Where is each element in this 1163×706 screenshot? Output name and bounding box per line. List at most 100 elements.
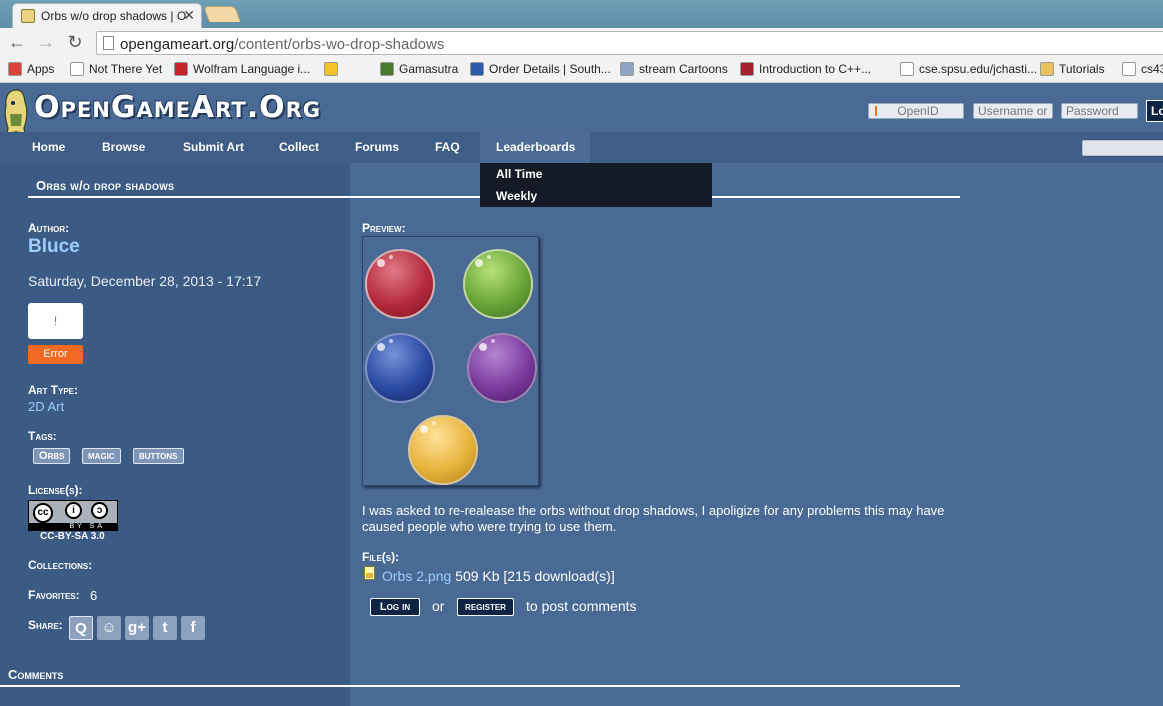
post-date: Saturday, December 28, 2013 - 17:17: [28, 273, 262, 289]
nav-forums[interactable]: Forums: [355, 140, 399, 154]
password-field[interactable]: Password: [1061, 103, 1138, 119]
tag-orbs[interactable]: Orbs: [33, 448, 71, 464]
bookmark-label: Apps: [27, 62, 55, 76]
bookmark-item[interactable]: Introduction to C++...: [740, 62, 871, 76]
bookmark-label: Wolfram Language i...: [193, 62, 311, 76]
address-bar[interactable]: opengameart.org/content/orbs-wo-drop-sha…: [96, 31, 1163, 55]
tag-buttons[interactable]: buttons: [133, 448, 184, 464]
search-input[interactable]: [1082, 140, 1163, 156]
nav-browse[interactable]: Browse: [102, 140, 145, 154]
bookmark-label: Not There Yet: [89, 62, 163, 76]
bookmark-icon: [70, 62, 84, 76]
file-info: 509 Kb [215 download(s)]: [455, 568, 615, 584]
error-button[interactable]: Error: [28, 345, 83, 364]
facebook-icon[interactable]: f: [181, 616, 205, 640]
bookmark-label: Tutorials: [1059, 62, 1105, 76]
license-badge-text: BY SA: [29, 523, 117, 531]
art-type-link[interactable]: 2D Art: [28, 399, 64, 414]
image-file-icon: [364, 566, 375, 580]
author-label: Author:: [28, 221, 70, 235]
bookmark-item[interactable]: Tutorials: [1040, 62, 1105, 76]
file-entry: Orbs 2.png 509 Kb [215 download(s)]: [382, 568, 615, 584]
dropdown-all-time[interactable]: All Time: [496, 167, 542, 181]
art-type-label: Art Type:: [28, 383, 78, 397]
page-icon: [103, 36, 114, 50]
browser-toolbar: ← → ↻ opengameart.org/content/orbs-wo-dr…: [0, 28, 1163, 58]
tag-magic[interactable]: magic: [82, 448, 121, 464]
tab-title: Orbs w/o drop shadows | O: [41, 9, 186, 23]
bookmark-icon: [8, 62, 22, 76]
bookmark-item[interactable]: Wolfram Language i...: [174, 62, 310, 76]
bookmark-icon: [740, 62, 754, 76]
login-button[interactable]: Lo: [1146, 100, 1163, 122]
bookmark-item[interactable]: Not There Yet: [70, 62, 162, 76]
reddit-icon[interactable]: ☺: [97, 616, 121, 640]
bookmark-label: Introduction to C++...: [759, 62, 872, 76]
license-name[interactable]: CC-BY-SA 3.0: [40, 531, 105, 542]
collections-label: Collections:: [28, 558, 93, 572]
back-arrow-icon[interactable]: ←: [6, 32, 28, 53]
browser-tab-active[interactable]: Orbs w/o drop shadows | O ✕: [12, 3, 202, 28]
nav-collect[interactable]: Collect: [279, 140, 319, 154]
browser-tab-bar: Orbs w/o drop shadows | O ✕: [0, 0, 1163, 28]
nav-leaderboards[interactable]: Leaderboards: [496, 140, 575, 154]
new-tab-button[interactable]: [203, 6, 241, 22]
orbs-preview-image[interactable]: [362, 236, 539, 486]
reload-icon[interactable]: ↻: [64, 32, 86, 53]
google-plus-icon[interactable]: g+: [125, 616, 149, 640]
bookmark-item[interactable]: stream Cartoons: [620, 62, 728, 76]
forward-arrow-icon[interactable]: →: [35, 32, 57, 53]
username-field[interactable]: Username or: [973, 103, 1053, 119]
bookmark-item[interactable]: [324, 62, 343, 76]
post-comments-text: to post comments: [526, 598, 637, 614]
file-download-link[interactable]: Orbs 2.png: [382, 568, 451, 584]
dropdown-weekly[interactable]: Weekly: [496, 189, 537, 203]
login-link-button[interactable]: Log in: [370, 598, 420, 616]
share-label: Share:: [28, 618, 63, 632]
nav-faq[interactable]: FAQ: [435, 140, 460, 154]
purple-orb: [467, 333, 537, 403]
art-description: I was asked to re-realease the orbs with…: [362, 503, 945, 534]
bookmark-item[interactable]: cse.spsu.edu/jchasti...: [900, 62, 1037, 76]
comments-heading: Comments: [8, 667, 64, 682]
red-orb: [365, 249, 435, 319]
twitter-icon[interactable]: t: [153, 616, 177, 640]
cc-license-badge[interactable]: cc i ↄ BY SA: [28, 500, 118, 531]
close-tab-icon[interactable]: ✕: [183, 7, 195, 24]
blue-orb: [365, 333, 435, 403]
page-title: Orbs w/o drop shadows: [36, 178, 175, 193]
by-icon: i: [65, 502, 82, 519]
bookmark-icon: [324, 62, 338, 76]
bookmark-icon: [1122, 62, 1136, 76]
bookmark-item[interactable]: cs43: [1122, 62, 1163, 76]
bookmark-icon: [470, 62, 484, 76]
preview-label: Preview:: [362, 221, 406, 235]
author-link[interactable]: Bluce: [28, 236, 80, 258]
favicon-icon: [21, 9, 35, 23]
bookmark-label: cse.spsu.edu/jchasti...: [919, 62, 1038, 76]
license-label: License(s):: [28, 483, 83, 497]
bookmark-icon: [900, 62, 914, 76]
bookmark-label: cs43: [1141, 62, 1163, 76]
yellow-orb: [408, 415, 478, 485]
files-label: File(s):: [362, 550, 400, 564]
bookmark-item[interactable]: Gamasutra: [380, 62, 458, 76]
sa-icon: ↄ: [91, 502, 108, 519]
nav-submit-art[interactable]: Submit Art: [183, 140, 244, 154]
cc-icon: cc: [33, 503, 53, 523]
bookmark-item[interactable]: Order Details | South...: [470, 62, 611, 76]
nav-home[interactable]: Home: [32, 140, 65, 154]
register-button[interactable]: register: [457, 598, 514, 616]
stumbleupon-icon[interactable]: Q: [69, 616, 93, 640]
url-text: opengameart.org/content/orbs-wo-drop-sha…: [120, 36, 445, 53]
favorites-count: 6: [90, 588, 98, 603]
bookmark-icon: [380, 62, 394, 76]
bookmark-icon: [174, 62, 188, 76]
site-header: OpenGameArt.Org OpenID Username or Passw…: [0, 84, 1163, 143]
bookmarks-bar: Apps Not There Yet Wolfram Language i... Ga…: [0, 58, 1163, 83]
bookmark-label: Order Details | South...: [489, 62, 611, 76]
site-logo[interactable]: OpenGameArt.Org: [34, 90, 321, 125]
openid-field[interactable]: OpenID: [868, 103, 964, 119]
bookmark-item[interactable]: Apps: [8, 62, 54, 76]
rating-widget: !: [28, 303, 83, 339]
